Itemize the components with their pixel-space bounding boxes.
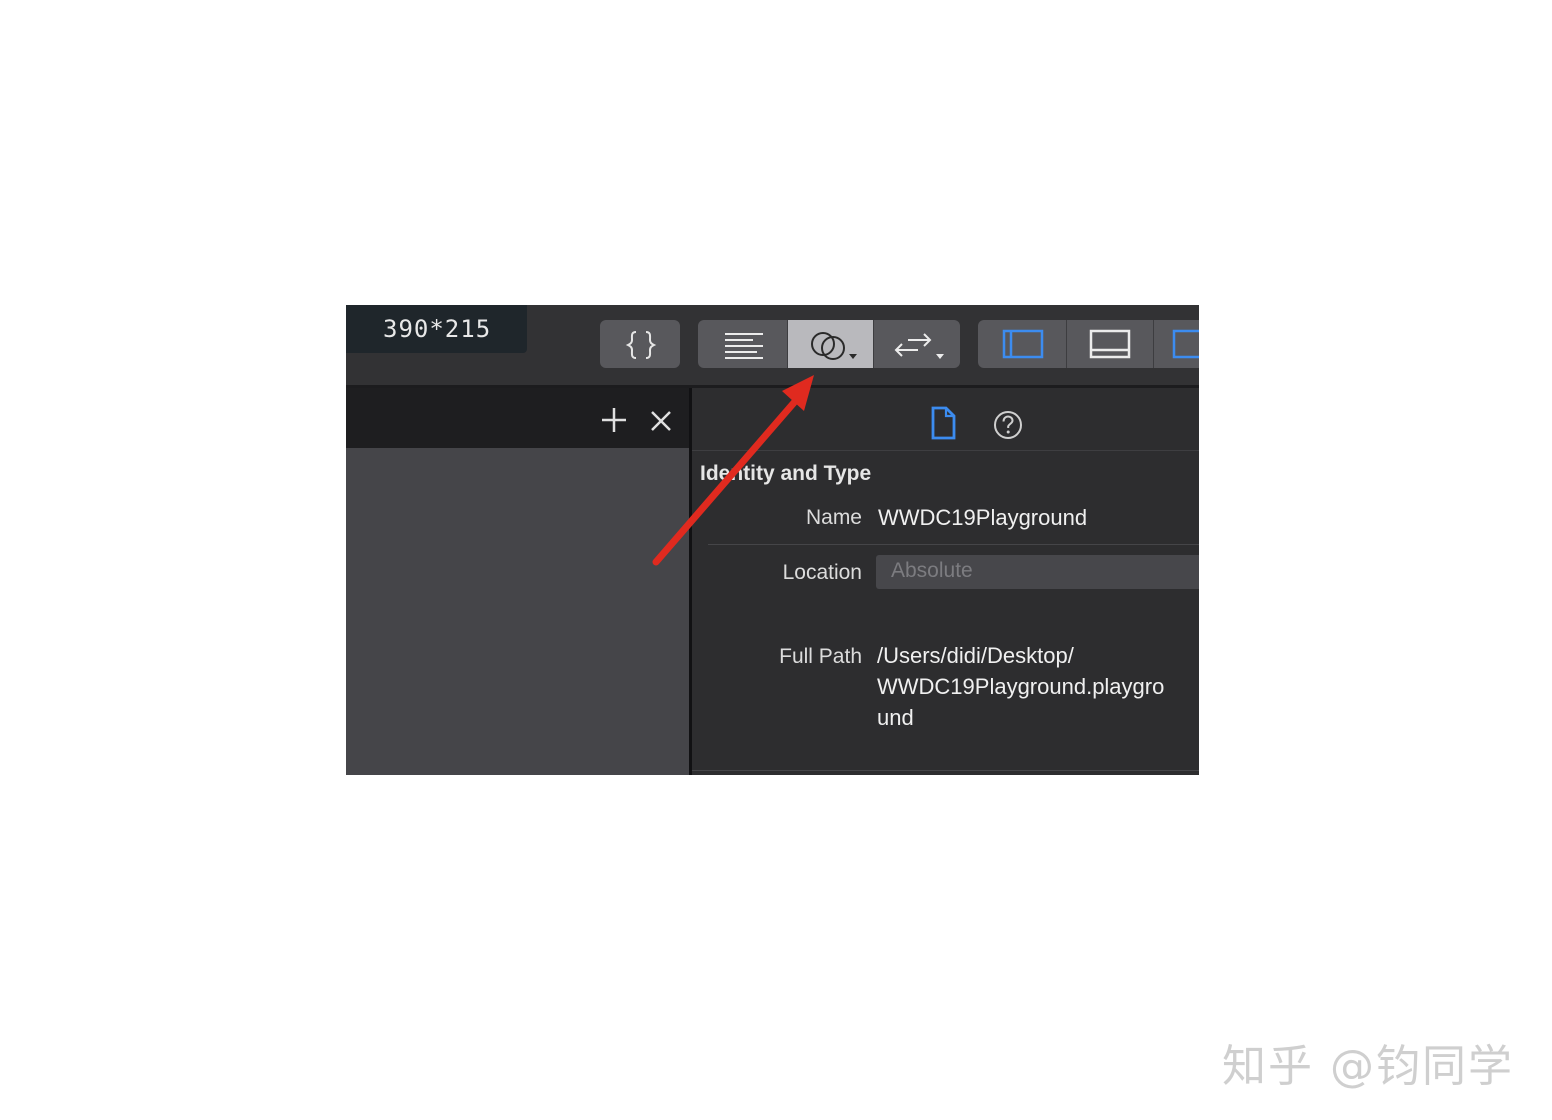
watermark: 知乎 @钧同学: [1222, 1041, 1514, 1092]
xcode-screenshot: 390*215 Identity and Type Name WWDC19Pla…: [346, 305, 1199, 775]
annotation-arrow: [652, 375, 814, 566]
